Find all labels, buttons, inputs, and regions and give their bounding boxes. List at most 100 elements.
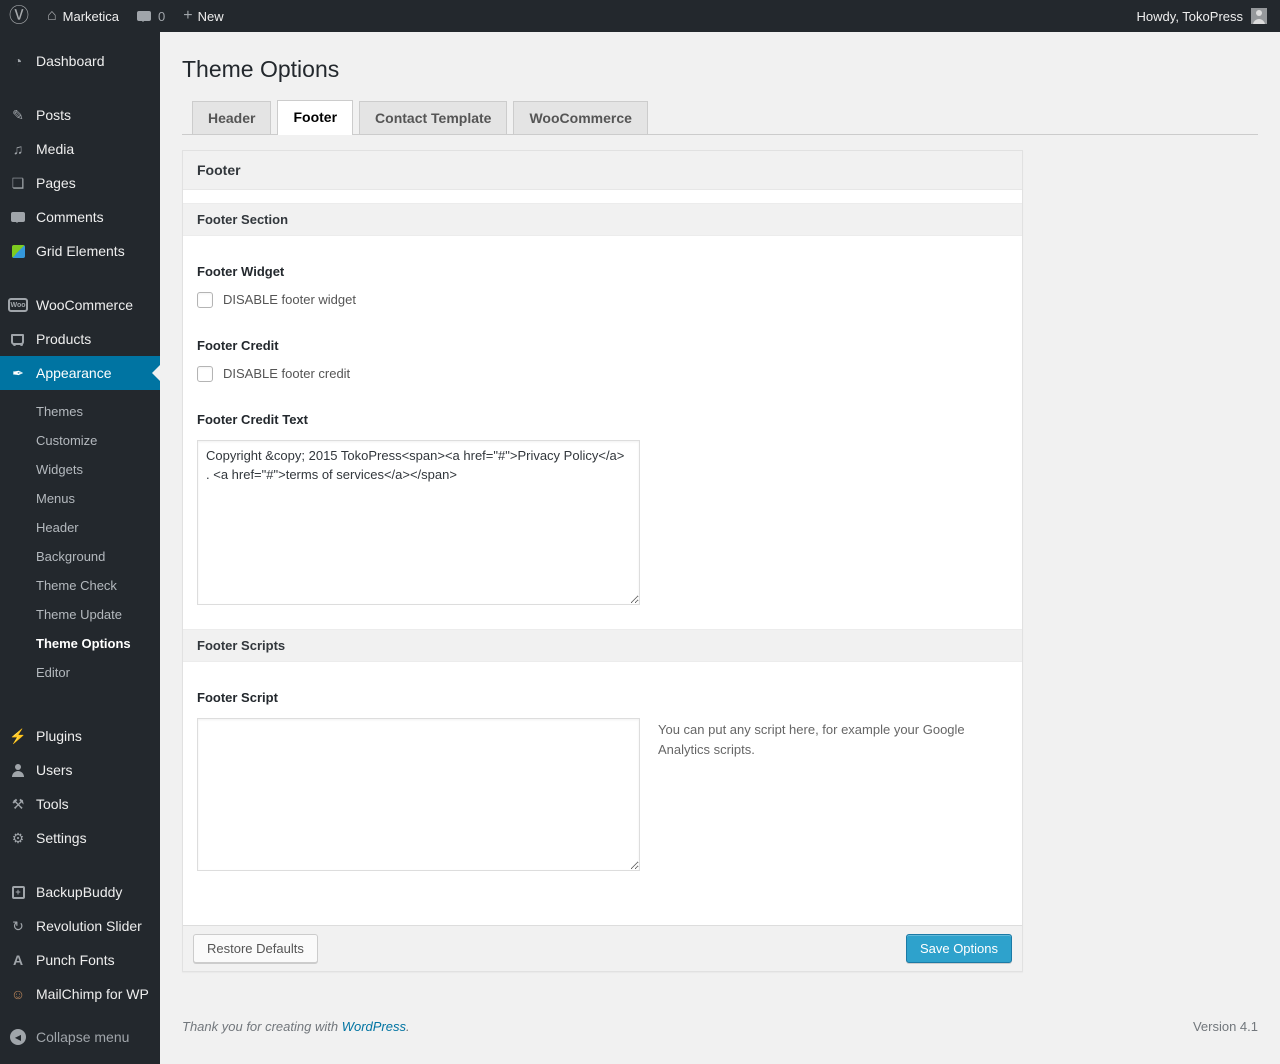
submenu-item-customize[interactable]: Customize [0, 426, 160, 455]
submenu-item-theme-options[interactable]: Theme Options [0, 629, 160, 658]
sidebar-item-label: Posts [36, 107, 72, 123]
pages-icon: ❏ [11, 174, 25, 191]
tools-icon: ⚒ [11, 795, 25, 812]
sidebar-item-products[interactable]: Products [0, 322, 160, 356]
section-heading-footer-scripts: Footer Scripts [183, 628, 1022, 662]
menu-separator [0, 699, 160, 719]
sidebar-item-label: Users [36, 762, 73, 778]
footer-section-body: Footer Widget DISABLE footer widget Foot… [183, 235, 1022, 629]
sidebar-item-label: Pages [36, 175, 76, 191]
admin-sidebar: ◔ Dashboard ✎ Posts ♫ Media ❏ Pages Comm… [0, 32, 160, 1064]
comment-icon [8, 212, 28, 223]
sidebar-item-grid-elements[interactable]: Grid Elements [0, 234, 160, 268]
submenu-item-header[interactable]: Header [0, 513, 160, 542]
cart-icon [8, 333, 28, 346]
sidebar-item-label: Revolution Slider [36, 918, 142, 934]
sidebar-item-woocommerce[interactable]: Woo WooCommerce [0, 288, 160, 322]
disable-footer-credit-label[interactable]: DISABLE footer credit [223, 366, 350, 381]
submenu-item-background[interactable]: Background [0, 542, 160, 571]
sidebar-item-media[interactable]: ♫ Media [0, 132, 160, 166]
comments-menu[interactable]: 0 [128, 0, 174, 32]
submenu-item-editor[interactable]: Editor [0, 658, 160, 687]
sidebar-item-pages[interactable]: ❏ Pages [0, 166, 160, 200]
user-icon [8, 763, 28, 777]
footer-credit-text-textarea[interactable]: Copyright &copy; 2015 TokoPress<span><a … [197, 439, 640, 605]
submenu-item-theme-check[interactable]: Theme Check [0, 571, 160, 600]
wordpress-logo-menu[interactable]: Ⓥ [0, 0, 38, 32]
section-heading-footer-section: Footer Section [183, 202, 1022, 236]
sidebar-item-label: Comments [36, 209, 104, 225]
tab-woocommerce[interactable]: WooCommerce [513, 100, 648, 134]
sidebar-item-tools[interactable]: ⚒ Tools [0, 787, 160, 821]
footer-credit-text-label: Footer Credit Text [197, 411, 308, 427]
tab-header[interactable]: Header [192, 100, 272, 134]
sidebar-item-label: Dashboard [36, 53, 105, 69]
collapse-menu-button[interactable]: ◀ Collapse menu [0, 1020, 160, 1054]
new-content-menu[interactable]: + New [174, 0, 232, 32]
tab-footer[interactable]: Footer [277, 99, 354, 135]
sidebar-item-settings[interactable]: ⚙ Settings [0, 821, 160, 855]
dashboard-icon: ◔ [13, 53, 23, 69]
plugin-icon: ⚡ [9, 727, 27, 744]
collapse-icon: ◀ [8, 1029, 28, 1045]
menu-separator [0, 855, 160, 875]
appearance-submenu-wrap: Themes Customize Widgets Menus Header Ba… [0, 390, 160, 699]
thanks-suffix: . [406, 1019, 410, 1035]
howdy-account-menu[interactable]: Howdy, TokoPress [1137, 9, 1243, 24]
sidebar-item-appearance[interactable]: ✒ Appearance [0, 356, 160, 390]
footer-script-textarea[interactable] [197, 717, 640, 871]
submenu-item-theme-update[interactable]: Theme Update [0, 600, 160, 629]
footer-options-panel: Footer Footer Section Footer Widget DISA… [182, 149, 1023, 973]
disable-footer-widget-checkbox[interactable] [197, 291, 213, 308]
menu-separator [0, 78, 160, 98]
page-footer: Thank you for creating with WordPress. V… [182, 1019, 1258, 1034]
pushpin-icon: ✎ [12, 106, 24, 123]
sidebar-item-backupbuddy[interactable]: + BackupBuddy [0, 875, 160, 909]
avatar[interactable] [1251, 8, 1267, 24]
site-name-menu[interactable]: ⌂ Marketica [38, 0, 128, 32]
submenu-item-themes[interactable]: Themes [0, 397, 160, 426]
admin-bar: Ⓥ ⌂ Marketica 0 + New Howdy, TokoPress [0, 0, 1280, 32]
tab-contact-template[interactable]: Contact Template [359, 100, 508, 134]
footer-script-label: Footer Script [197, 689, 278, 705]
sidebar-item-punch-fonts[interactable]: A Punch Fonts [0, 943, 160, 977]
panel-action-bar: Restore Defaults Save Options [183, 924, 1022, 972]
footer-credit-label: Footer Credit [197, 337, 279, 353]
sidebar-item-label: Plugins [36, 728, 82, 744]
submenu-item-menus[interactable]: Menus [0, 484, 160, 513]
disable-footer-widget-label[interactable]: DISABLE footer widget [223, 292, 356, 307]
submenu-item-widgets[interactable]: Widgets [0, 455, 160, 484]
woocommerce-icon: Woo [8, 298, 28, 312]
admin-bar-right: Howdy, TokoPress [1137, 0, 1280, 32]
thanks-prefix: Thank you for creating with [182, 1019, 342, 1035]
mailchimp-icon: ☺ [10, 986, 26, 1002]
sidebar-item-label: Media [36, 141, 75, 157]
wordpress-link[interactable]: WordPress [342, 1019, 406, 1034]
sidebar-item-comments[interactable]: Comments [0, 200, 160, 234]
sidebar-item-users[interactable]: Users [0, 753, 160, 787]
sidebar-item-label: Products [36, 331, 92, 347]
save-options-button[interactable]: Save Options [905, 933, 1012, 964]
new-label: New [197, 8, 224, 24]
disable-footer-credit-checkbox[interactable] [197, 365, 213, 382]
sidebar-item-dashboard[interactable]: ◔ Dashboard [0, 44, 160, 78]
sidebar-item-label: Appearance [36, 365, 112, 381]
grid-elements-icon [8, 244, 28, 258]
footer-credit-row: DISABLE footer credit [197, 365, 1008, 382]
sidebar-item-label: Punch Fonts [36, 952, 115, 968]
footer-thanks-text: Thank you for creating with WordPress. [182, 1019, 410, 1034]
sidebar-item-label: BackupBuddy [36, 884, 123, 900]
admin-menu: ◔ Dashboard ✎ Posts ♫ Media ❏ Pages Comm… [0, 32, 160, 1011]
footer-script-row: You can put any script here, for example… [197, 717, 1008, 871]
media-icon: ♫ [12, 141, 24, 157]
sidebar-item-plugins[interactable]: ⚡ Plugins [0, 719, 160, 753]
restore-defaults-button[interactable]: Restore Defaults [193, 933, 318, 964]
sidebar-item-posts[interactable]: ✎ Posts [0, 98, 160, 132]
sidebar-item-revolution-slider[interactable]: ↻ Revolution Slider [0, 909, 160, 943]
panel-gap [183, 189, 1022, 203]
sidebar-item-label: Grid Elements [36, 243, 125, 259]
main-content: Theme Options Header Footer Contact Temp… [160, 32, 1280, 1064]
sidebar-item-mailchimp[interactable]: ☺ MailChimp for WP [0, 977, 160, 1011]
site-name-label: Marketica [62, 8, 120, 24]
footer-widget-row: DISABLE footer widget [197, 291, 1008, 308]
